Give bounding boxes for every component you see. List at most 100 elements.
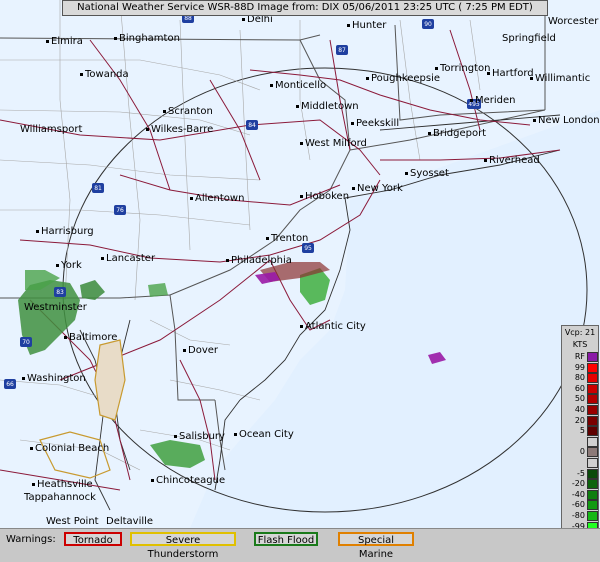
legend-row-label: 50 (574, 394, 585, 404)
city-poughkeepsie: Poughkeepsie (366, 73, 440, 84)
city-tappahannock: Tappahannock (24, 492, 96, 503)
city-lancaster: Lancaster (101, 253, 155, 264)
legend-row: -40 (564, 489, 598, 500)
city-new-york: New York (352, 183, 403, 194)
legend-swatch (587, 383, 598, 394)
warnings-label: Warnings: (6, 534, 56, 545)
city-willimantic: Willimantic (530, 73, 590, 84)
legend-row-label: 99 (574, 362, 585, 372)
legend-row: 50 (564, 394, 598, 405)
shield-label: 70 (22, 339, 30, 346)
legend-swatch (587, 447, 598, 458)
legend-row (564, 436, 598, 447)
city-monticello: Monticello (270, 80, 326, 91)
shield-label: 76 (116, 207, 124, 214)
city-atlantic-city: Atlantic City (300, 321, 366, 332)
legend-row-label: RF (574, 352, 585, 361)
shield-70: 70 (20, 337, 32, 347)
city-wilkes-barre: Wilkes-Barre (146, 124, 213, 135)
legend-row: -5 (564, 468, 598, 479)
legend-row: RF (564, 352, 598, 362)
legend-row-label: 40 (574, 405, 585, 414)
shield-label: 66 (6, 381, 14, 388)
legend-swatch (587, 479, 598, 490)
legend-row: -80 (564, 511, 598, 521)
city-west-milford: West Milford (300, 138, 367, 149)
legend-row: -60 (564, 500, 598, 511)
legend-row: 60 (564, 383, 598, 394)
legend-swatch (587, 415, 598, 426)
city-riverhead: Riverhead (484, 155, 540, 166)
legend-row: 99 (564, 362, 598, 373)
warning-severe-thunderstorm: Severe Thunderstorm (130, 532, 236, 560)
legend-swatch (587, 436, 598, 447)
legend-swatch (587, 489, 598, 500)
legend-row-label: -80 (571, 511, 585, 520)
city-allentown: Allentown (190, 193, 244, 204)
warnings-bar: Warnings: Tornado Severe Thunderstorm Fl… (0, 528, 600, 560)
city-westminster: Westminster (24, 302, 87, 313)
legend-swatch (587, 458, 598, 468)
shield-label: 88 (184, 15, 192, 22)
city-hartford: Hartford (487, 68, 534, 79)
warning-tornado: Tornado (64, 532, 122, 546)
legend-swatch (587, 426, 598, 437)
city-williamsport: Williamsport (20, 124, 83, 135)
city-trenton: Trenton (266, 233, 308, 244)
legend-row-label: -40 (571, 489, 585, 499)
shield-label: 83 (56, 289, 64, 296)
city-middletown: Middletown (296, 101, 359, 112)
city-new-london: New London (533, 115, 600, 126)
city-peekskill: Peekskill (351, 118, 399, 129)
city-chincoteague: Chincoteague (151, 475, 225, 486)
legend-row-label: 80 (574, 373, 585, 383)
velocity-legend: Vcp: 21 KTS RF 99 80 60 50 40 20 5 0 -5 -20 -40 -60-… (561, 325, 599, 545)
radar-frame: 88 90 87 84 81 76 95 83 70 66 495 Elmira… (0, 0, 600, 560)
legend-swatch (587, 352, 598, 362)
city-colonial-beach: Colonial Beach (30, 443, 109, 454)
city-dover: Dover (183, 345, 218, 356)
city-elmira: Elmira (46, 36, 83, 47)
city-harrisburg: Harrisburg (36, 226, 94, 237)
legend-swatch (587, 511, 598, 521)
city-washington: Washington (22, 373, 86, 384)
legend-swatch (587, 373, 598, 384)
city-philadelphia: Philadelphia (226, 255, 292, 266)
shield-76: 76 (114, 205, 126, 215)
legend-mode: Vcp: 21 (564, 328, 596, 337)
city-baltimore: Baltimore (64, 332, 117, 343)
shield-label: 87 (338, 47, 346, 54)
legend-row-label: 20 (574, 415, 585, 425)
city-syosset: Syosset (405, 168, 449, 179)
legend-row-label: 0 (579, 447, 585, 457)
city-deltaville: Deltaville (106, 516, 154, 527)
legend-swatch (587, 394, 598, 405)
warning-special-marine: Special Marine (338, 532, 414, 560)
radar-map: 88 90 87 84 81 76 95 83 70 66 495 Elmira… (0, 0, 600, 528)
shield-label: 84 (248, 122, 256, 129)
legend-row-label: -60 (571, 500, 585, 510)
legend-swatch (587, 500, 598, 511)
shield-66: 66 (4, 379, 16, 389)
city-torrington: Torrington (435, 63, 490, 74)
legend-row-label: 5 (579, 426, 585, 436)
shield-label: 81 (94, 185, 102, 192)
legend-row: 5 (564, 426, 598, 437)
legend-swatch (587, 405, 598, 415)
legend-row: 20 (564, 415, 598, 426)
city-binghamton: Binghamton (114, 33, 180, 44)
legend-row: 0 (564, 447, 598, 458)
image-title-bar: National Weather Service WSR-88D Image f… (62, 0, 548, 16)
shield-81: 81 (92, 183, 104, 193)
legend-swatch (587, 468, 598, 479)
shield-84: 84 (246, 120, 258, 130)
legend-row-label: -5 (577, 468, 585, 478)
city-scranton: Scranton (163, 106, 213, 117)
legend-row: 40 (564, 405, 598, 415)
city-ocean-city: Ocean City (234, 429, 294, 440)
legend-swatch (587, 362, 598, 373)
city-heathsville: Heathsville (32, 479, 93, 490)
city-towanda: Towanda (80, 69, 129, 80)
city-springfield: Springfield (502, 33, 556, 44)
shield-90: 90 (422, 19, 434, 29)
